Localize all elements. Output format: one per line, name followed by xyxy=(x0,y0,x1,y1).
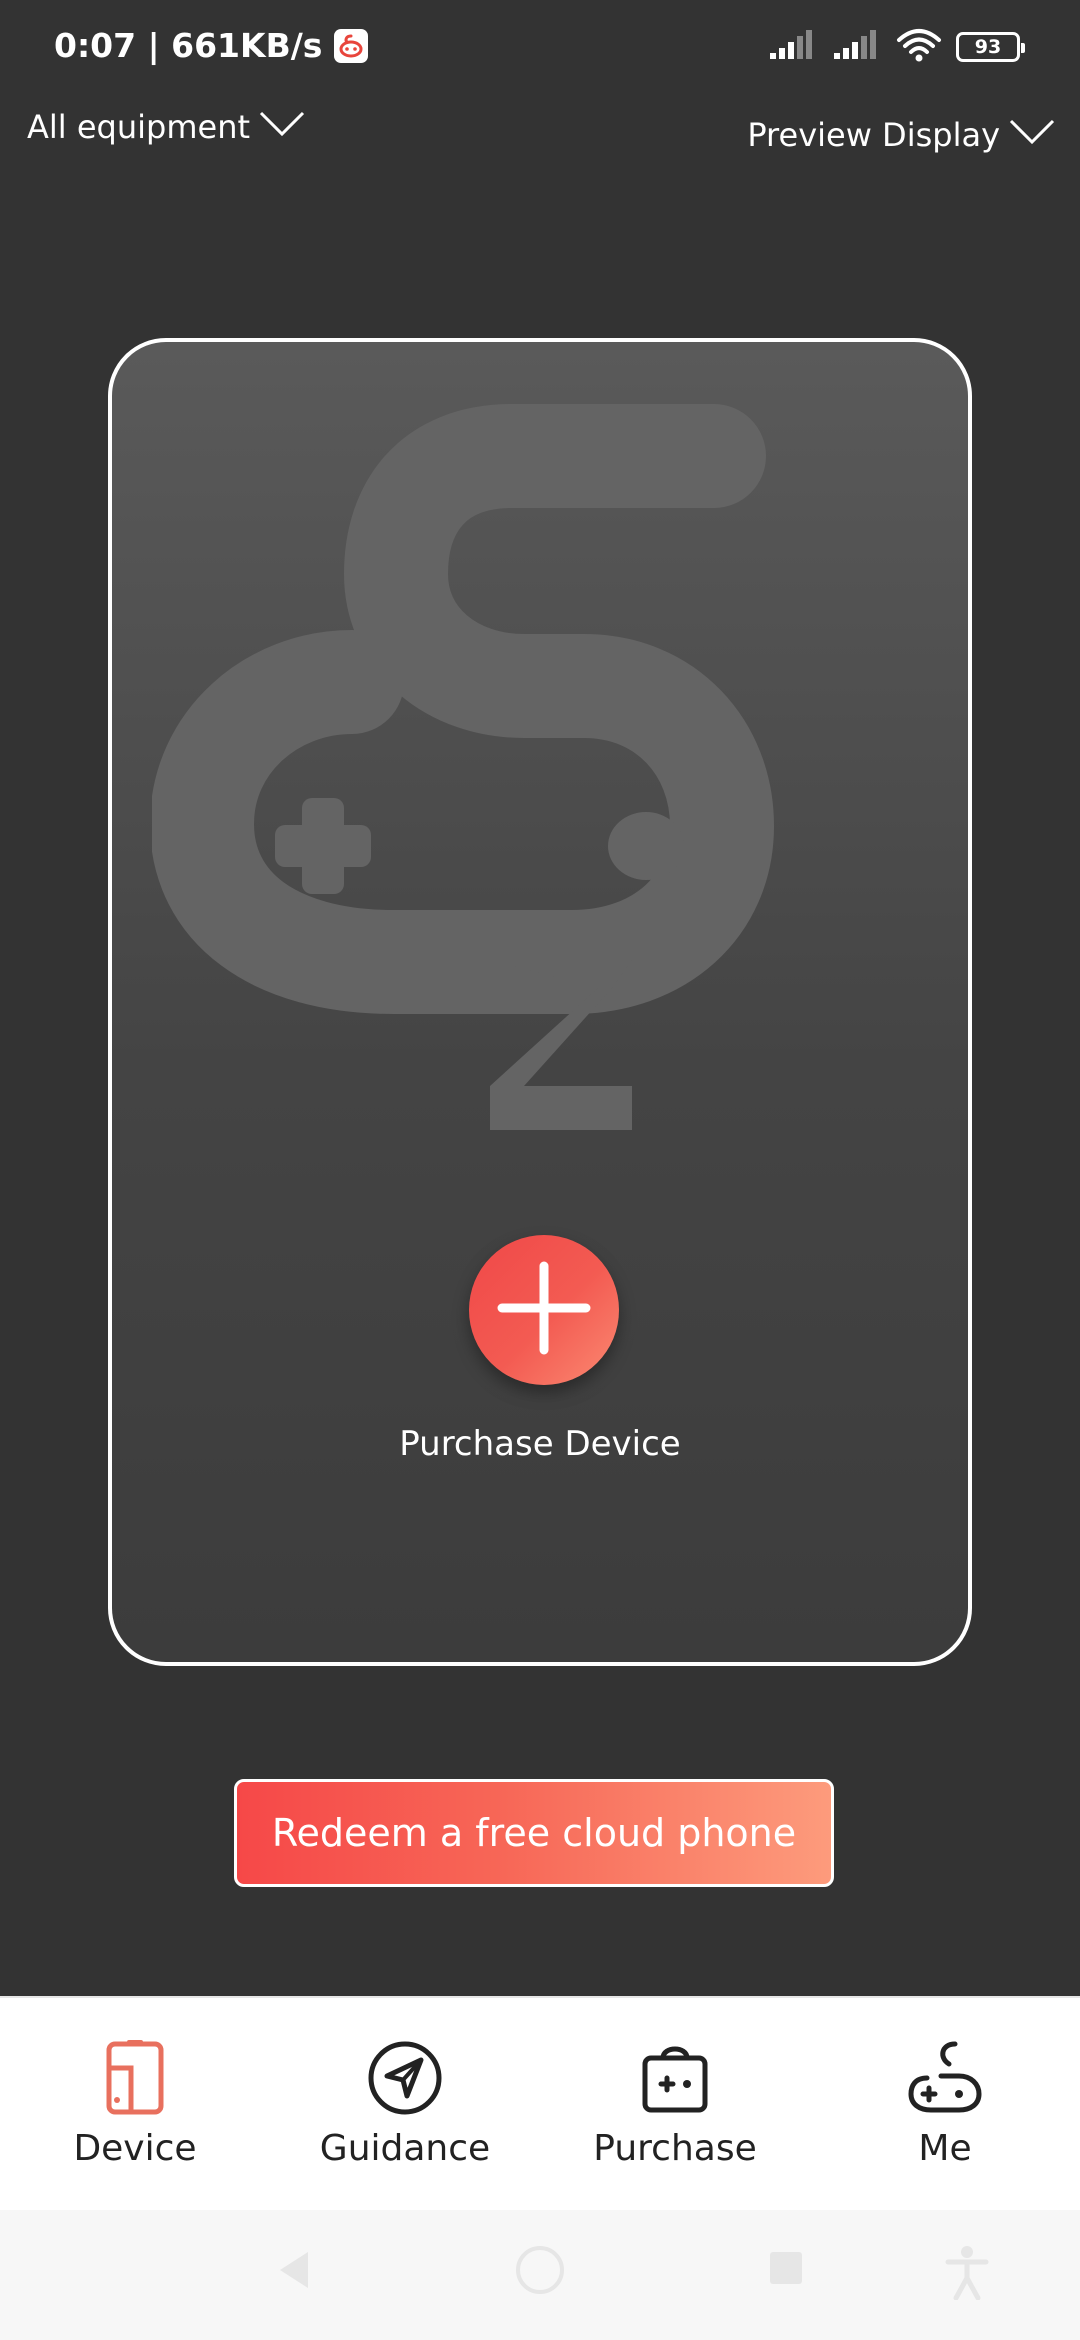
purchase-device-label: Purchase Device xyxy=(399,1424,681,1464)
chevron-down-icon xyxy=(1008,116,1056,154)
tab-me[interactable]: Me xyxy=(810,1998,1080,2210)
display-mode-label: Preview Display xyxy=(747,116,1000,154)
accessibility-icon[interactable] xyxy=(944,2244,990,2304)
chevron-down-icon xyxy=(258,108,306,146)
phone-icon xyxy=(95,2038,175,2118)
battery-icon: 93 xyxy=(956,32,1025,62)
signal-icon xyxy=(768,29,818,65)
device-card: Purchase Device xyxy=(108,338,972,1666)
add-device-button[interactable] xyxy=(469,1235,619,1385)
display-mode-dropdown[interactable]: Preview Display xyxy=(747,116,1056,154)
wifi-icon xyxy=(896,28,942,66)
tab-label: Purchase xyxy=(593,2128,757,2169)
battery-level: 93 xyxy=(974,36,1002,58)
tab-label: Me xyxy=(918,2128,972,2169)
gamepad-logo-icon xyxy=(905,2038,985,2118)
back-icon[interactable] xyxy=(274,2248,314,2296)
redeem-free-cloud-phone-button[interactable]: Redeem a free cloud phone xyxy=(234,1779,834,1887)
system-navigation-bar xyxy=(0,2210,1080,2340)
tab-purchase[interactable]: Purchase xyxy=(540,1998,810,2210)
equipment-filter-label: All equipment xyxy=(27,108,251,146)
shopping-bag-icon xyxy=(635,2038,715,2118)
status-right: 93 xyxy=(768,28,1025,66)
status-left: 0:07 | 661KB/s xyxy=(54,26,369,65)
status-bar: 0:07 | 661KB/s 93 xyxy=(0,0,1080,96)
bottom-tab-bar: Device Guidance Purchase Me xyxy=(0,1996,1080,2210)
app-notification-icon xyxy=(334,28,369,63)
status-time-speed: 0:07 | 661KB/s xyxy=(54,26,323,65)
brand-watermark-logo xyxy=(149,392,932,1176)
screen: 0:07 | 661KB/s 93 All equipment Preview … xyxy=(0,0,1080,2340)
tab-guidance[interactable]: Guidance xyxy=(270,1998,540,2210)
recents-icon[interactable] xyxy=(766,2248,806,2292)
tab-device[interactable]: Device xyxy=(0,1998,270,2210)
plus-icon xyxy=(496,1260,592,1360)
home-icon[interactable] xyxy=(514,2244,566,2300)
navigation-icon xyxy=(365,2038,445,2118)
signal-icon-secondary xyxy=(832,29,882,65)
tab-label: Device xyxy=(73,2128,197,2169)
equipment-filter-dropdown[interactable]: All equipment xyxy=(27,108,306,146)
tab-label: Guidance xyxy=(319,2128,491,2169)
